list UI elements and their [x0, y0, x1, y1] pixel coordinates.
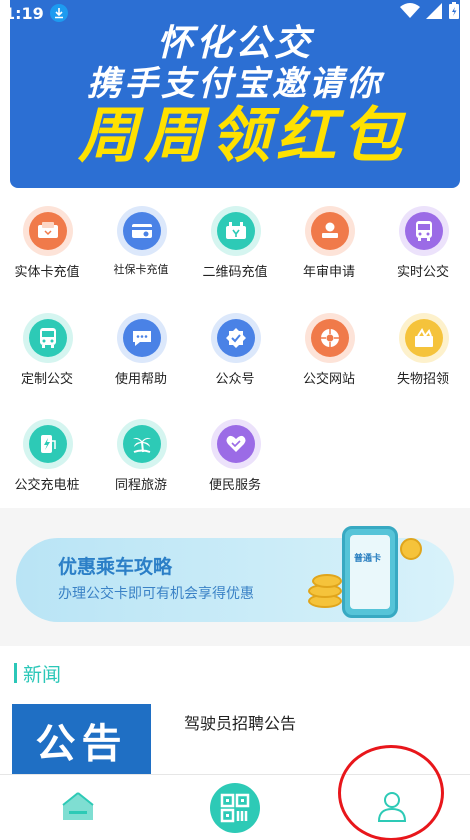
service-help[interactable]: 使用帮助 — [94, 307, 188, 397]
promo-card[interactable]: 优惠乘车攻略 办理公交卡即可有机会享得优惠 普通卡 — [16, 526, 454, 622]
qr-recharge-icon — [217, 212, 255, 250]
card-icon — [29, 212, 67, 250]
travel-icon-ring — [117, 419, 167, 469]
service-label: 公众号 — [215, 372, 255, 387]
service-annual-review[interactable]: 年审申请 — [282, 200, 376, 290]
custom-bus-icon-ring — [23, 313, 73, 363]
service-label: 年审申请 — [302, 265, 355, 280]
promo-subtitle: 办理公交卡即可有机会享得优惠 — [58, 586, 254, 602]
service-lost-found[interactable]: 失物招领 — [376, 307, 470, 397]
qr-code-icon — [210, 783, 260, 833]
service-card-recharge[interactable]: 实体卡充值 — [0, 200, 94, 290]
charging-icon — [29, 425, 67, 463]
banner-line3: 周周领红包 — [78, 101, 408, 171]
phone-card-label: 普通卡 — [354, 554, 382, 564]
official-account-icon-ring — [211, 313, 261, 363]
status-bar: 1:19 — [0, 0, 470, 26]
news-thumbnail: 公告 — [12, 704, 151, 776]
phone-screen: 普通卡 — [350, 535, 390, 609]
service-label: 失物招领 — [396, 372, 449, 387]
service-label: 同程旅游 — [114, 478, 167, 493]
bus-icon — [405, 212, 443, 250]
service-label: 公交充电桩 — [14, 478, 80, 493]
lost-found-icon-ring — [399, 313, 449, 363]
charging-icon-ring — [23, 419, 73, 469]
official-account-icon — [217, 319, 255, 357]
service-label: 便民服务 — [208, 478, 261, 493]
service-qr-recharge[interactable]: 二维码充值 — [188, 200, 282, 290]
service-label: 二维码充值 — [202, 265, 268, 280]
bus-icon-ring — [399, 206, 449, 256]
service-label: 实时公交 — [396, 265, 449, 280]
service-label: 实体卡充值 — [14, 265, 80, 280]
coin-icon — [400, 538, 422, 560]
service-travel[interactable]: 同程旅游 — [94, 413, 188, 503]
home-icon — [61, 791, 95, 825]
service-social-card[interactable]: 社保卡充值 — [94, 200, 188, 290]
service-official-account[interactable]: 公众号 — [188, 307, 282, 397]
service-label: 使用帮助 — [114, 372, 167, 387]
news-section-title: 新闻 — [23, 663, 62, 686]
status-time: 1:19 — [4, 3, 44, 23]
tab-home[interactable] — [0, 775, 156, 840]
news-accent-bar — [14, 663, 17, 683]
social-card-icon — [123, 212, 161, 250]
qr-recharge-icon-ring — [211, 206, 261, 256]
download-icon — [49, 4, 68, 22]
service-label: 社保卡充值 — [113, 263, 169, 276]
lost-found-icon — [405, 319, 443, 357]
service-custom-bus[interactable]: 定制公交 — [0, 307, 94, 397]
banner-line2: 携手支付宝邀请你 — [87, 64, 383, 104]
promo-section: 优惠乘车攻略 办理公交卡即可有机会享得优惠 普通卡 — [0, 508, 470, 646]
service-icon — [217, 425, 255, 463]
help-icon-ring — [117, 313, 167, 363]
coin-icon — [312, 574, 342, 588]
card-icon-ring — [23, 206, 73, 256]
phone-illustration: 普通卡 — [342, 526, 398, 618]
signal-icon — [426, 3, 442, 23]
website-icon — [311, 319, 349, 357]
promo-title: 优惠乘车攻略 — [58, 556, 173, 578]
review-icon-ring — [305, 206, 355, 256]
wifi-icon — [400, 3, 420, 23]
annotation-circle — [338, 745, 444, 840]
news-item-title: 驾驶员招聘公告 — [184, 714, 297, 733]
social-card-icon-ring — [117, 206, 167, 256]
travel-icon — [123, 425, 161, 463]
tab-qr-code[interactable] — [157, 775, 313, 840]
help-icon — [123, 319, 161, 357]
promo-banner[interactable]: 怀化公交 携手支付宝邀请你 周周领红包 — [10, 0, 460, 188]
news-header: 新闻 — [14, 660, 61, 686]
service-charging[interactable]: 公交充电桩 — [0, 413, 94, 503]
service-website[interactable]: 公交网站 — [282, 307, 376, 397]
service-realtime-bus[interactable]: 实时公交 — [376, 200, 470, 290]
website-icon-ring — [305, 313, 355, 363]
review-icon — [311, 212, 349, 250]
service-icon-ring — [211, 419, 261, 469]
service-label: 公交网站 — [302, 372, 355, 387]
battery-icon — [448, 2, 460, 24]
service-convenience[interactable]: 便民服务 — [188, 413, 282, 503]
custom-bus-icon — [29, 319, 67, 357]
service-label: 定制公交 — [20, 372, 73, 387]
